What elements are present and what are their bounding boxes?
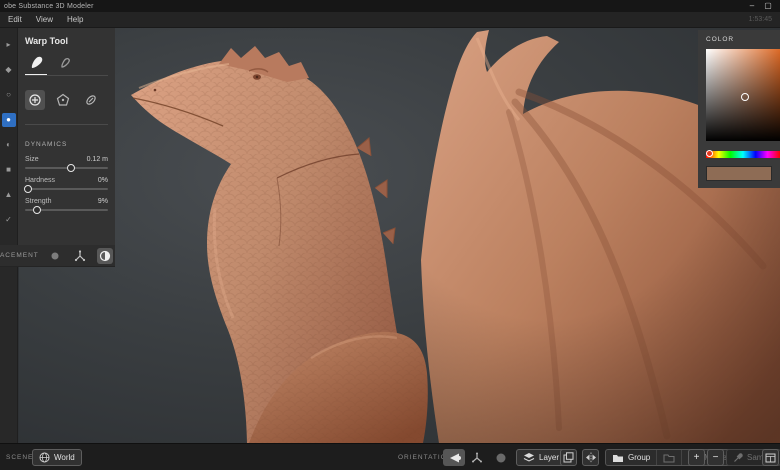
hue-slider[interactable] bbox=[706, 151, 780, 158]
placement-point-icon[interactable] bbox=[47, 248, 63, 264]
hardness-label: Hardness bbox=[25, 177, 55, 184]
bottom-toolbar: SCENE World ORIENTATION Layer bbox=[0, 443, 780, 470]
tool-options-panel: Warp Tool DYNAMICS bbox=[18, 28, 115, 245]
dynamics-section-label: DYNAMICS bbox=[25, 141, 108, 148]
ungroup-button[interactable] bbox=[657, 450, 681, 465]
size-track[interactable] bbox=[25, 167, 108, 169]
smooth-tool-icon[interactable]: ◐ bbox=[2, 138, 16, 152]
warp-lattice-mode-button[interactable] bbox=[53, 90, 73, 110]
duplicate-icon bbox=[563, 452, 574, 463]
mirror-button[interactable] bbox=[582, 449, 599, 466]
brush-icon-active[interactable] bbox=[29, 55, 45, 71]
inflate-tool-icon[interactable]: ▲ bbox=[2, 188, 16, 202]
dragon-model bbox=[19, 28, 780, 443]
brush-icon-secondary[interactable] bbox=[59, 56, 73, 70]
group-button[interactable]: Group bbox=[606, 450, 656, 465]
add-button[interactable]: + bbox=[688, 449, 705, 466]
package-button[interactable] bbox=[762, 449, 779, 466]
hardness-slider: Hardness 0% bbox=[25, 177, 108, 190]
orientation-view-button[interactable] bbox=[443, 449, 465, 466]
maximize-icon[interactable]: ▢ bbox=[760, 1, 776, 11]
tool-title: Warp Tool bbox=[25, 36, 108, 46]
axis-gizmo-icon bbox=[471, 452, 483, 464]
minimize-icon[interactable]: – bbox=[744, 1, 760, 11]
brush-active-indicator bbox=[25, 72, 108, 78]
package-box-icon bbox=[765, 452, 776, 463]
strength-value: 9% bbox=[98, 198, 108, 205]
menu-bar: Edit View Help 1:53:45 bbox=[0, 12, 780, 28]
layer-button[interactable]: Layer bbox=[516, 449, 566, 466]
current-color-swatch bbox=[706, 166, 772, 181]
subtract-button[interactable]: − bbox=[707, 449, 724, 466]
group-button-label: Group bbox=[628, 453, 650, 462]
mirror-icon bbox=[585, 452, 597, 463]
menu-help[interactable]: Help bbox=[67, 15, 83, 24]
flatten-tool-icon[interactable]: ■ bbox=[2, 163, 16, 177]
3d-viewport[interactable] bbox=[19, 28, 780, 443]
color-panel-label: COLOR bbox=[706, 36, 780, 43]
placement-label: PLACEMENT bbox=[0, 252, 39, 259]
ungroup-icon bbox=[663, 453, 675, 463]
strength-label: Strength bbox=[25, 198, 51, 205]
placement-bar: PLACEMENT bbox=[0, 245, 115, 267]
view-cone-icon bbox=[447, 452, 461, 464]
brush-selector bbox=[29, 54, 108, 72]
size-label: Size bbox=[25, 156, 39, 163]
gem-tool-icon[interactable]: ◆ bbox=[2, 63, 16, 77]
world-button-label: World bbox=[54, 453, 75, 462]
strength-slider: Strength 9% bbox=[25, 198, 108, 211]
scene-label: SCENE bbox=[6, 454, 33, 461]
orientation-sphere-button[interactable] bbox=[492, 449, 509, 466]
sphere-icon bbox=[495, 452, 507, 464]
eyedropper-icon bbox=[733, 453, 743, 463]
size-knob[interactable] bbox=[67, 164, 75, 172]
hardness-track[interactable] bbox=[25, 188, 108, 190]
window-title: obe Substance 3D Modeler bbox=[4, 3, 744, 10]
warp-tool-icon[interactable]: ● bbox=[2, 113, 16, 127]
menu-view[interactable]: View bbox=[36, 15, 53, 24]
strength-knob[interactable] bbox=[33, 206, 41, 214]
saturation-value-picker[interactable] bbox=[706, 49, 780, 141]
placement-gizmo-icon[interactable] bbox=[72, 248, 88, 264]
sphere-tool-icon[interactable]: ○ bbox=[2, 88, 16, 102]
strength-track[interactable] bbox=[25, 209, 108, 211]
select-tool-icon[interactable]: ▸ bbox=[2, 38, 16, 52]
warp-move-mode-button[interactable] bbox=[25, 90, 45, 110]
warp-link-mode-button[interactable] bbox=[81, 90, 101, 110]
validate-tool-icon[interactable]: ✓ bbox=[2, 213, 16, 227]
left-toolbar: ▸ ◆ ○ ● ◐ ■ ▲ ✓ ▣ bbox=[0, 28, 18, 443]
color-panel: COLOR bbox=[698, 30, 780, 188]
folder-icon bbox=[612, 453, 624, 463]
duplicate-button[interactable] bbox=[560, 449, 577, 466]
hardness-value: 0% bbox=[98, 177, 108, 184]
menu-edit[interactable]: Edit bbox=[8, 15, 22, 24]
size-value: 0.12 m bbox=[87, 156, 108, 163]
hardness-knob[interactable] bbox=[24, 185, 32, 193]
globe-icon bbox=[39, 452, 50, 463]
title-bar: obe Substance 3D Modeler – ▢ bbox=[0, 0, 780, 12]
world-button[interactable]: World bbox=[32, 449, 82, 466]
session-timestamp: 1:53:45 bbox=[749, 16, 772, 23]
orientation-axis-button[interactable] bbox=[468, 449, 485, 466]
sv-picker-handle[interactable] bbox=[741, 93, 749, 101]
warp-mode-row bbox=[25, 90, 108, 110]
placement-surface-icon[interactable] bbox=[97, 248, 113, 264]
size-slider: Size 0.12 m bbox=[25, 156, 108, 169]
hue-slider-handle[interactable] bbox=[706, 150, 713, 157]
layers-icon bbox=[523, 452, 535, 463]
layer-button-label: Layer bbox=[539, 453, 559, 462]
app-window: obe Substance 3D Modeler – ▢ Edit View H… bbox=[0, 0, 780, 470]
